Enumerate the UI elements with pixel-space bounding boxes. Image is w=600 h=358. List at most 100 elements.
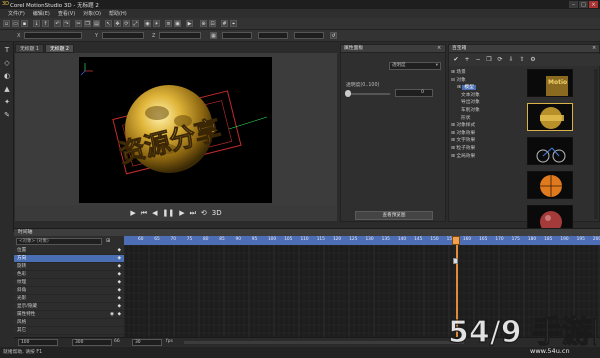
keyframe-icon[interactable]: ◆	[117, 295, 121, 303]
track-row[interactable]: 纹理 ◆	[14, 279, 124, 287]
reset-icon[interactable]: ↺	[330, 32, 337, 39]
tab-untitled-2[interactable]: 无标题 2	[44, 44, 74, 53]
tree-item[interactable]: ⊟ 对象	[451, 77, 521, 85]
zoom-icon[interactable]: ⊕	[200, 20, 207, 27]
rotate-icon[interactable]: ⟳	[123, 20, 130, 27]
redo-icon[interactable]: ↷	[63, 20, 70, 27]
track-row[interactable]: 显示/隐藏 ◆	[14, 303, 124, 311]
frame-start-input[interactable]: 100	[18, 339, 58, 346]
size-y-input[interactable]	[258, 32, 288, 39]
tree-item[interactable]: 形状	[451, 115, 521, 123]
cut-icon[interactable]: ✂	[75, 20, 82, 27]
align-icon[interactable]: ≡	[165, 20, 172, 27]
size-z-input[interactable]	[294, 32, 324, 39]
fps-input[interactable]: 30	[132, 339, 162, 346]
extrude-tool-icon[interactable]: ▲	[2, 84, 12, 94]
tree-item[interactable]: ⊞ 对象样式	[451, 122, 521, 130]
pause-icon[interactable]: ❚❚	[162, 209, 174, 217]
track-row[interactable]: 其它	[14, 327, 124, 335]
tree-item[interactable]: ⊞ 文字效果	[451, 137, 521, 145]
minimize-icon[interactable]: –	[569, 1, 578, 8]
first-frame-icon[interactable]: ⏮	[141, 209, 147, 218]
tree-item[interactable]: ⊞ 模型	[451, 84, 521, 92]
tree-item[interactable]: ⊞ 对象效果	[451, 130, 521, 138]
tree-item[interactable]: 文本对象	[451, 92, 521, 100]
particle-tool-icon[interactable]: ✦	[2, 97, 12, 107]
edit-tool-icon[interactable]: ✎	[2, 110, 12, 120]
import-icon[interactable]: ↓	[33, 20, 40, 27]
light-icon[interactable]: ☀	[153, 20, 160, 27]
lathe-tool-icon[interactable]: ◐	[2, 71, 12, 81]
menu-file[interactable]: 文件(F)	[8, 10, 25, 17]
copy-icon[interactable]: ❐	[84, 20, 91, 27]
track-row[interactable]: 斜角 ◆	[14, 287, 124, 295]
tree-item[interactable]: 车削对象	[451, 107, 521, 115]
track-row[interactable]: 旋转 ◆	[14, 263, 124, 271]
maximize-icon[interactable]: □	[579, 1, 588, 8]
thumbnail-motion-logo[interactable]: Motio	[527, 69, 573, 97]
last-frame-icon[interactable]: ⏭	[190, 209, 196, 218]
lock-icon[interactable]: ▦	[210, 32, 217, 39]
keyframe-icon[interactable]: ◆	[117, 255, 121, 263]
move-icon[interactable]: ✥	[114, 20, 121, 27]
3d-mode-toggle[interactable]: 3D	[212, 209, 222, 217]
copy-icon[interactable]: ❐	[485, 56, 493, 64]
frame-end-input[interactable]: 300	[72, 339, 112, 346]
track-row[interactable]: 位置 ◆	[14, 247, 124, 255]
menu-view[interactable]: 查看(V)	[58, 10, 75, 17]
tree-item[interactable]: ⊞ 场景	[451, 69, 521, 77]
keyframe-icon[interactable]: ◆	[117, 263, 121, 271]
open-file-icon[interactable]: ▭	[12, 20, 19, 27]
tree-item[interactable]: ⊞ 粒子效果	[451, 145, 521, 153]
menu-object[interactable]: 对象(O)	[83, 10, 101, 17]
add-icon[interactable]: +	[463, 56, 471, 64]
thumbnail-basketball-model[interactable]	[527, 171, 573, 199]
tab-untitled-1[interactable]: 无标题 1	[15, 44, 44, 53]
keyframe-icon[interactable]: ◆	[117, 287, 121, 295]
preview-button[interactable]: 查看预览图	[355, 211, 433, 220]
save-icon[interactable]: ▪	[21, 20, 28, 27]
thumbnail-globe-model[interactable]	[527, 103, 573, 131]
settings-icon[interactable]: ⚙	[529, 56, 537, 64]
snap-icon[interactable]: ⌖	[230, 20, 237, 27]
menu-help[interactable]: 帮助(H)	[109, 10, 127, 17]
keyframe-icon[interactable]: ◆	[117, 271, 121, 279]
track-row[interactable]: 风格	[14, 319, 124, 327]
thumbnail-bicycle-model[interactable]	[527, 137, 573, 165]
scale-icon[interactable]: ⤢	[132, 20, 139, 27]
tree-item[interactable]: ⊞ 全局效果	[451, 153, 521, 161]
fit-icon[interactable]: ⊡	[209, 20, 216, 27]
opacity-slider-track[interactable]	[346, 93, 390, 95]
x-input[interactable]	[24, 32, 82, 39]
group-icon[interactable]: ▣	[174, 20, 181, 27]
keyframe-icon[interactable]: ◆	[117, 247, 121, 255]
text-tool-icon[interactable]: T	[2, 45, 12, 55]
select-icon[interactable]: ↖	[105, 20, 112, 27]
panel-close-icon[interactable]: ×	[437, 45, 441, 51]
track-row[interactable]: 属性特性 ◉ ◆	[14, 311, 124, 319]
tree-item[interactable]: 导出对象	[451, 99, 521, 107]
camera-icon[interactable]: ◉	[144, 20, 151, 27]
loop-icon[interactable]: ⟲	[201, 209, 207, 217]
prev-frame-icon[interactable]: ◀	[152, 209, 157, 217]
keyframe-icon[interactable]: ◆	[117, 311, 121, 319]
track-row[interactable]: 方向 ◆	[14, 255, 124, 263]
size-x-input[interactable]	[222, 32, 252, 39]
import-library-icon[interactable]: ⇩	[507, 56, 515, 64]
track-row[interactable]: 色彩 ◆	[14, 271, 124, 279]
track-row[interactable]: 光影 ◆	[14, 295, 124, 303]
timeline-ruler[interactable]: 60 65 70 75 80 85 90 95 100 105 110 115 120 125 130 135…	[124, 236, 600, 245]
keyframe-icon[interactable]: ◆	[117, 279, 121, 287]
export-icon[interactable]: ↑	[42, 20, 49, 27]
next-frame-icon[interactable]: ▶	[179, 209, 184, 217]
z-input[interactable]	[159, 32, 201, 39]
y-input[interactable]	[102, 32, 144, 39]
opacity-spinner[interactable]: 0	[395, 89, 433, 97]
export-library-icon[interactable]: ⇧	[518, 56, 526, 64]
refresh-icon[interactable]: ⟳	[496, 56, 504, 64]
library-scrollbar[interactable]	[594, 69, 598, 219]
shape-tool-icon[interactable]: ◇	[2, 58, 12, 68]
close-icon[interactable]: ×	[589, 1, 598, 8]
paste-icon[interactable]: ▤	[93, 20, 100, 27]
track-object-dropdown[interactable]: <对象> (对象)	[16, 238, 102, 245]
